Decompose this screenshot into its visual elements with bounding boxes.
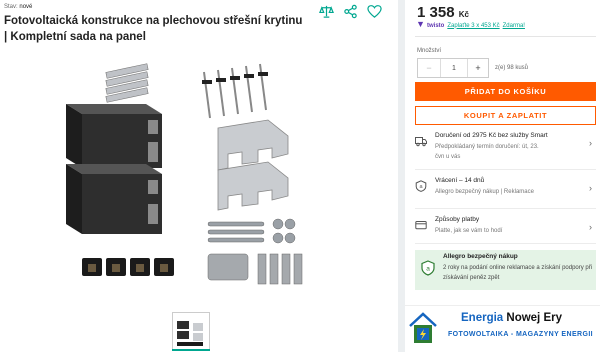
house-solar-logo-icon <box>408 310 438 346</box>
watermark-title: Energia Nowej Ery <box>461 312 562 324</box>
twisto-brand: twisto <box>427 22 445 29</box>
card-icon <box>415 218 427 230</box>
delivery-title: Doručení od 2975 Kč bez služby Smart <box>435 132 548 139</box>
product-main-image[interactable] <box>58 58 310 304</box>
share-icon[interactable] <box>343 4 358 19</box>
twisto-installment-link[interactable]: Zaplaťte 3 x 453 Kč <box>447 23 499 29</box>
truck-icon <box>415 134 427 147</box>
scales-icon[interactable] <box>319 4 334 19</box>
returns-subtitle: Allegro bezpečný nákup | Reklamace <box>435 189 534 195</box>
product-actions <box>319 4 382 19</box>
divider <box>415 36 596 37</box>
product-title: Fotovoltaická konstrukce na plechovou st… <box>4 15 303 43</box>
watermark-subtitle: FOTOWOLTAIKA - MAGAZYNY ENERGII <box>448 331 594 338</box>
quantity-decrease-button[interactable]: − <box>418 59 440 77</box>
return-icon: a <box>415 179 427 192</box>
svg-text:a: a <box>426 266 430 273</box>
product-gallery-panel: Stav: nové Fotovoltaická konstrukce na p… <box>0 0 398 352</box>
chevron-right-icon: › <box>589 138 592 148</box>
quantity-input[interactable]: 1 <box>440 59 468 77</box>
watermark-banner: Energia Nowej Ery FOTOWOLTAIKA - MAGAZYN… <box>405 305 600 352</box>
twisto-offer: twisto Zaplaťte 3 x 453 Kč Zdarma! <box>417 21 525 30</box>
buy-now-button[interactable]: KOUPIT A ZAPLATIT <box>415 106 596 125</box>
heart-icon[interactable] <box>367 4 382 19</box>
delivery-info-row[interactable]: Doručení od 2975 Kč bez služby Smart Pře… <box>415 132 596 170</box>
safe-purchase-box: a Allegro bezpečný nákup 2 roky na podán… <box>415 250 596 290</box>
stock-count: z(e) 98 kusů <box>495 65 529 71</box>
quantity-label: Množství <box>417 48 442 54</box>
returns-title: Vrácení – 14 dnů <box>435 177 485 184</box>
quantity-stepper: − 1 + <box>417 58 489 78</box>
twisto-icon <box>417 21 424 30</box>
twisto-free-link[interactable]: Zdarma! <box>503 23 525 29</box>
delivery-subtitle-cont: čvn u vás <box>435 154 461 160</box>
delivery-subtitle: Předpokládaný termín doručení: út, 23. <box>435 144 539 150</box>
payment-title: Způsoby platby <box>435 216 480 223</box>
safe-purchase-title: Allegro bezpečný nákup <box>443 253 518 260</box>
thumbnail-active-indicator <box>172 349 210 351</box>
safe-purchase-text: 2 roky na podání online reklamace a získ… <box>443 265 593 281</box>
price-currency: Kč <box>458 10 469 19</box>
condition: Stav: nové <box>4 4 33 10</box>
condition-value: nové <box>19 4 33 10</box>
add-to-cart-button[interactable]: PŘIDAT DO KOŠÍKU <box>415 82 596 101</box>
product-thumbnail[interactable] <box>172 312 210 350</box>
returns-info-row[interactable]: a Vrácení – 14 dnů Allegro bezpečný náku… <box>415 177 596 209</box>
quantity-increase-button[interactable]: + <box>468 59 488 77</box>
price: 1 358 Kč <box>417 4 469 21</box>
price-amount: 1 358 <box>417 4 455 21</box>
svg-text:a: a <box>419 184 423 190</box>
chevron-right-icon: › <box>589 183 592 193</box>
shield-icon: a <box>421 260 435 276</box>
payment-info-row[interactable]: Způsoby platby Platte, jak se vám to hod… <box>415 216 596 244</box>
chevron-right-icon: › <box>589 222 592 232</box>
buy-panel: 1 358 Kč twisto Zaplaťte 3 x 453 Kč Zdar… <box>405 0 600 352</box>
payment-subtitle: Platte, jak se vám to hodí <box>435 228 503 234</box>
